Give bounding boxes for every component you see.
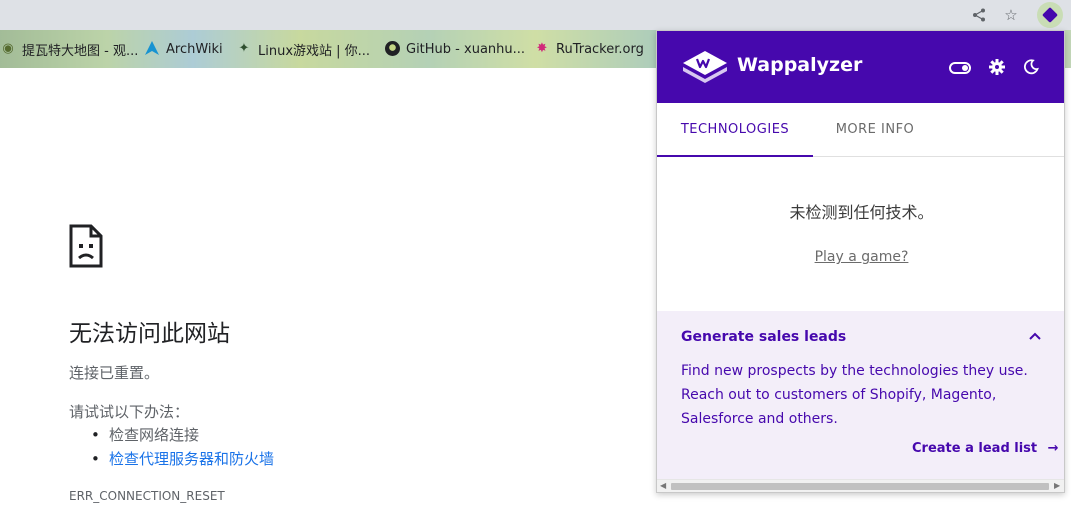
suggestion-text: 检查网络连接: [109, 426, 200, 444]
no-technologies-message: 未检测到任何技术。: [789, 203, 934, 222]
scroll-left-icon[interactable]: ◀: [660, 481, 666, 490]
scrollbar-thumb[interactable]: [671, 483, 1049, 490]
brand-name: Wappalyzer: [737, 54, 863, 76]
browser-toolbar: ☆: [0, 0, 1071, 30]
tab-technologies[interactable]: TECHNOLOGIES: [657, 103, 813, 157]
scroll-right-icon[interactable]: ▶: [1054, 481, 1060, 490]
create-lead-list-label: Create a lead list: [912, 441, 1038, 456]
star-icon[interactable]: ☆: [1000, 4, 1022, 26]
linux-icon: ✦: [238, 41, 250, 56]
bookmark-item[interactable]: ✦ Linux游戏站 | 你...: [236, 38, 371, 60]
bookmark-item[interactable]: ◉ 提瓦特大地图 - 观...: [0, 38, 138, 60]
dark-mode-icon[interactable]: [1019, 55, 1043, 79]
gear-icon[interactable]: [985, 55, 1009, 79]
suggestion-item: 检查网络连接: [91, 425, 274, 449]
bookmark-item[interactable]: GitHub - xuanhu...: [384, 38, 525, 60]
popup-header: Wappalyzer: [657, 31, 1064, 103]
arch-icon: [144, 41, 160, 57]
try-label: 请试试以下办法：: [69, 403, 190, 421]
bookmark-label: Linux游戏站 | 你...: [258, 43, 371, 59]
sales-leads-panel: Generate sales leads Find new prospects …: [657, 311, 1064, 479]
bookmark-label: GitHub - xuanhu...: [406, 41, 526, 57]
tab-more-info[interactable]: MORE INFO: [813, 103, 937, 157]
map-icon: ◉: [2, 41, 14, 56]
error-subtitle: 连接已重置。: [69, 364, 160, 382]
check-proxy-link[interactable]: 检查代理服务器和防火墙: [109, 450, 274, 468]
bookmark-item[interactable]: ✸ RuTracker.org: [534, 38, 644, 60]
error-title: 无法访问此网站: [69, 321, 230, 347]
chevron-up-icon[interactable]: [1025, 327, 1045, 347]
horizontal-scrollbar[interactable]: ◀ ▶: [657, 479, 1064, 492]
wappalyzer-extension-icon[interactable]: [1037, 2, 1063, 28]
leads-description: Find new prospects by the technologies t…: [681, 363, 1028, 427]
bookmark-label: RuTracker.org: [556, 41, 644, 57]
bookmark-item[interactable]: ArchWiki: [144, 38, 223, 60]
popup-tabs: TECHNOLOGIES MORE INFO: [657, 103, 1064, 157]
share-icon[interactable]: [968, 4, 990, 26]
create-lead-list-button[interactable]: Create a lead list →: [912, 441, 1059, 456]
bookmark-label: ArchWiki: [166, 41, 223, 57]
rutracker-icon: ✸: [536, 41, 548, 56]
wappalyzer-logo-icon: [681, 45, 729, 89]
github-icon: [384, 41, 400, 57]
arrow-right-icon: →: [1047, 441, 1059, 456]
bookmark-label: 提瓦特大地图 - 观...: [22, 43, 139, 59]
leads-title: Generate sales leads: [681, 329, 847, 345]
error-code: ERR_CONNECTION_RESET: [69, 489, 225, 503]
sad-page-icon: [69, 224, 103, 268]
suggestion-item: 检查代理服务器和防火墙: [91, 449, 274, 473]
suggestion-list: 检查网络连接 检查代理服务器和防火墙: [91, 425, 274, 473]
wappalyzer-popup: Wappalyzer TECHNOLOGIES MORE INFO 未检测到任何…: [656, 30, 1065, 493]
play-game-link[interactable]: Play a game?: [657, 249, 1064, 265]
toggle-switch[interactable]: [949, 62, 971, 74]
